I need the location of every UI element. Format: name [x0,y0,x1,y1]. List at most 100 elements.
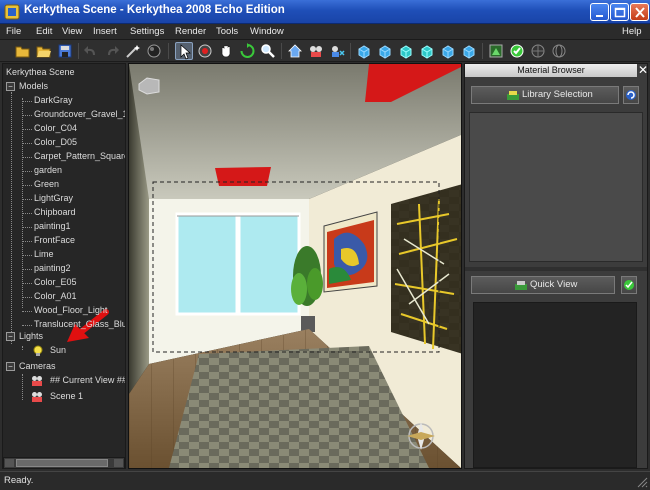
tree-item-model[interactable]: Translucent_Glass_Blue [6,318,126,332]
collapse-icon[interactable]: − [6,82,15,91]
tree-item-label: FrontFace [34,235,76,245]
tree-item-model[interactable]: Color_D05 [6,136,124,150]
material-browser-panel: Material Browser ✕ Library Selection Qui… [464,63,648,469]
tree-item-model[interactable]: painting2 [6,262,124,276]
panel-divider[interactable] [465,267,647,271]
title-bar: Kerkythea Scene - Kerkythea 2008 Echo Ed… [0,0,650,24]
view-front-icon[interactable] [355,42,373,60]
tree-item-model[interactable]: LightGray [6,192,124,206]
view-bottom-icon[interactable] [460,42,478,60]
quick-view-settings-button[interactable] [621,276,637,294]
refresh-icon [626,90,636,100]
tree-group-label: Cameras [19,361,56,371]
close-icon[interactable]: ✕ [637,64,649,77]
tree-item-model[interactable]: Green [6,178,124,192]
tree-item-model[interactable]: painting1 [6,220,124,234]
menu-insert[interactable]: Insert [93,26,117,37]
tree-item-model[interactable]: Groundcover_Gravel_1 [6,108,125,122]
sphere-dark-icon[interactable] [529,42,547,60]
scroll-left-icon[interactable] [5,459,14,467]
view-left-icon[interactable] [397,42,415,60]
library-selection-button[interactable]: Library Selection [471,86,619,104]
maximize-button[interactable] [610,3,629,21]
menu-window[interactable]: Window [250,26,284,37]
tree-item-label: ## Current View ## [50,375,126,385]
undo-icon[interactable] [82,42,100,60]
tree-horizontal-scrollbar[interactable] [3,457,125,469]
menu-edit[interactable]: Edit [36,26,52,37]
tree-item-model[interactable]: DarkGray [6,94,124,108]
viewport-3d[interactable] [128,63,462,469]
tree-item-model[interactable]: Carpet_Pattern_Square [6,150,126,164]
tree-group-cameras[interactable]: − Cameras [6,360,124,374]
tree-item-model[interactable]: Chipboard [6,206,124,220]
collapse-icon[interactable]: − [6,332,15,341]
select-arrow-icon[interactable] [175,42,193,60]
tree-item-label: Color_D05 [34,137,78,147]
camera-icon [32,376,42,386]
tree-item-label: Color_A01 [34,291,77,301]
view-top-icon[interactable] [439,42,457,60]
menu-view[interactable]: View [62,26,82,37]
menu-settings[interactable]: Settings [130,26,164,37]
menu-tools[interactable]: Tools [216,26,238,37]
quick-view-icon [515,281,527,290]
magic-wand-icon[interactable] [124,42,142,60]
sphere-icon[interactable] [145,42,163,60]
collapse-icon[interactable]: − [6,362,15,371]
redo-icon[interactable] [103,42,121,60]
scene-render[interactable] [129,64,462,469]
minimize-button[interactable] [590,3,609,21]
resize-grip-icon[interactable] [636,476,648,488]
tree-item-label: Carpet_Pattern_Square [34,151,126,161]
render-settings-icon [624,280,634,290]
save-icon[interactable] [56,42,74,60]
library-selection-label: Library Selection [522,89,593,100]
view-right-icon[interactable] [418,42,436,60]
menu-bar: File Edit View Insert Settings Render To… [0,24,650,40]
tree-item-model[interactable]: garden [6,164,124,178]
status-text: Ready. [4,475,34,486]
scroll-right-icon[interactable] [114,459,123,467]
menu-file[interactable]: File [6,26,21,37]
tree-item-label: Translucent_Glass_Blue [34,319,126,329]
menu-render[interactable]: Render [175,26,206,37]
tree-item-model[interactable]: Lime [6,248,124,262]
close-button[interactable] [630,3,649,21]
record-icon[interactable] [196,42,214,60]
refresh-button[interactable] [623,86,639,104]
rotate-icon[interactable] [238,42,256,60]
tree-group-models[interactable]: − Models [6,80,124,94]
render-settings-icon[interactable] [508,42,526,60]
quick-view-preview [473,302,637,468]
tree-item-label: Color_E05 [34,277,77,287]
tree-item-model[interactable]: FrontFace [6,234,124,248]
tree-item-camera-current[interactable]: ## Current View ## [6,374,126,388]
tree-item-model[interactable]: Wood_Floor_Light [6,304,124,318]
render-icon[interactable] [487,42,505,60]
tree-item-label: Chipboard [34,207,76,217]
material-library-area[interactable] [469,112,643,262]
scrollbar-thumb[interactable] [16,459,108,467]
tree-item-label: Green [34,179,60,189]
tree-item-label: Wood_Floor_Light [34,305,108,315]
toolbar [0,40,650,62]
open-folder-icon[interactable] [14,42,32,60]
sphere-wire-icon[interactable] [550,42,568,60]
tree-item-model[interactable]: Color_A01 [6,290,124,304]
camera-group-icon[interactable] [307,42,325,60]
library-icon [507,91,519,100]
tree-item-model[interactable]: Color_E05 [6,276,124,290]
view-back-icon[interactable] [376,42,394,60]
tree-item-label: DarkGray [34,95,73,105]
zoom-icon[interactable] [259,42,277,60]
pan-hand-icon[interactable] [217,42,235,60]
camera-move-icon[interactable] [328,42,346,60]
tree-item-model[interactable]: Color_C04 [6,122,124,136]
home-icon[interactable] [286,42,304,60]
menu-help[interactable]: Help [622,26,642,37]
quick-view-button[interactable]: Quick View [471,276,615,294]
tree-item-camera-scene[interactable]: Scene 1 [6,390,124,404]
quick-view-label: Quick View [530,279,578,290]
open-icon[interactable] [35,42,53,60]
